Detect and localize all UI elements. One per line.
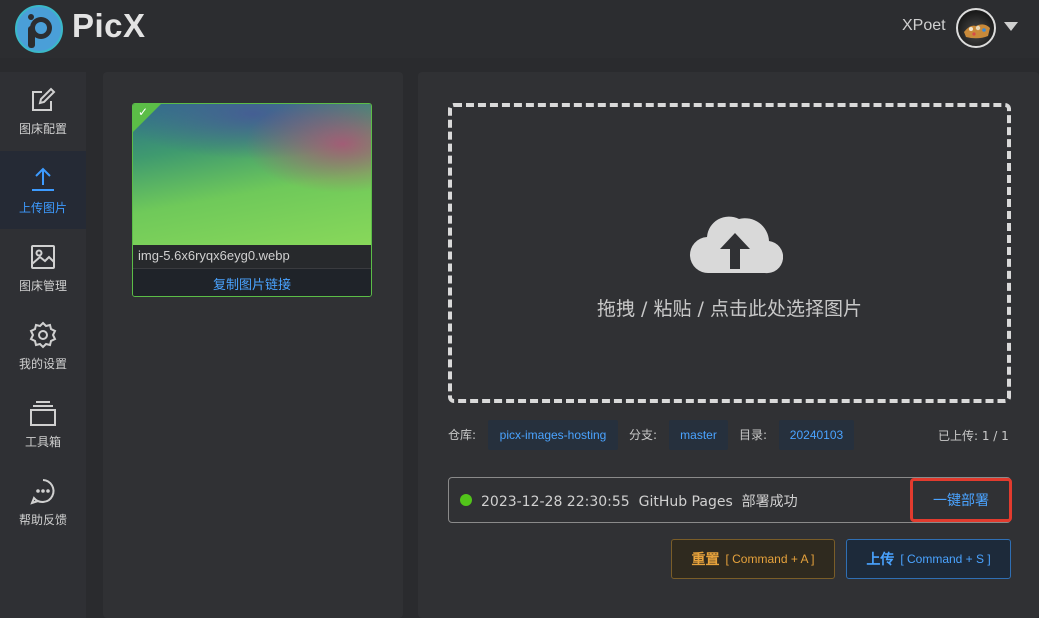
chat-icon [30,478,55,505]
branch-label: 分支: [629,428,658,442]
sidebar: 图床配置 上传图片 图床管理 我的设置 工具箱 帮助反馈 [0,72,86,618]
uploaded-image-card[interactable]: ✓ img-5.6x6ryqx6eyg0.webp 复制图片链接 [132,103,372,297]
repo-tag: picx-images-hosting [488,420,618,450]
sidebar-item-picbed-config[interactable]: 图床配置 [0,72,86,150]
sidebar-item-help[interactable]: 帮助反馈 [0,463,86,541]
copy-image-link-button[interactable]: 复制图片链接 [133,268,371,296]
app-header: PicX XPoet [0,0,1039,58]
toolbox-icon [30,400,56,426]
sidebar-item-picbed-manage[interactable]: 图床管理 [0,229,86,307]
uploaded-count: 已上传: 1 / 1 [938,429,1009,443]
upload-dropzone[interactable]: 拖拽 / 粘贴 / 点击此处选择图片 [448,103,1011,403]
dir-tag: 20240103 [779,420,854,450]
image-file-name: img-5.6x6ryqx6eyg0.webp [138,248,290,263]
image-thumbnail[interactable] [133,104,371,245]
dir-label: 目录: [739,428,768,442]
sidebar-item-label: 图床管理 [18,278,67,293]
sidebar-item-toolbox[interactable]: 工具箱 [0,385,86,463]
sidebar-item-upload[interactable]: 上传图片 [0,151,86,229]
sidebar-item-label: 图床配置 [18,121,67,136]
reset-button[interactable]: 重置 [ Command + A ] [671,539,835,579]
status-dot-icon [460,494,472,506]
check-icon: ✓ [138,105,149,119]
sidebar-item-label: 工具箱 [24,434,61,449]
picx-logo-icon[interactable] [14,4,64,54]
repo-label: 仓库: [448,428,477,442]
avatar[interactable] [956,8,996,48]
deploy-status-bar: 2023-12-28 22:30:55 GitHub Pages 部署成功 一键… [448,477,1012,523]
app-brand: PicX [72,7,146,44]
upload-icon [32,167,54,191]
dropzone-hint: 拖拽 / 粘贴 / 点击此处选择图片 [597,298,862,320]
sidebar-item-settings[interactable]: 我的设置 [0,307,86,385]
image-icon [31,244,55,269]
upload-shortcut: [ Command + S ] [900,552,991,566]
sidebar-item-label: 帮助反馈 [18,512,67,527]
upload-button[interactable]: 上传 [ Command + S ] [846,539,1011,579]
upload-button-label: 上传 [866,552,895,568]
cloud-upload-icon [689,216,783,274]
deploy-status-text: 2023-12-28 22:30:55 GitHub Pages 部署成功 [481,494,798,510]
reset-button-label: 重置 [691,552,720,568]
user-menu-caret-icon[interactable] [1004,22,1018,31]
edit-icon [32,87,56,111]
user-name[interactable]: XPoet [902,17,946,35]
sidebar-item-label: 上传图片 [18,200,67,215]
avatar-image-icon [964,24,990,39]
reset-shortcut: [ Command + A ] [725,552,815,566]
gear-icon [29,321,57,348]
sidebar-item-label: 我的设置 [18,356,67,371]
branch-tag: master [669,420,728,450]
one-click-deploy-button[interactable]: 一键部署 [910,478,1012,522]
